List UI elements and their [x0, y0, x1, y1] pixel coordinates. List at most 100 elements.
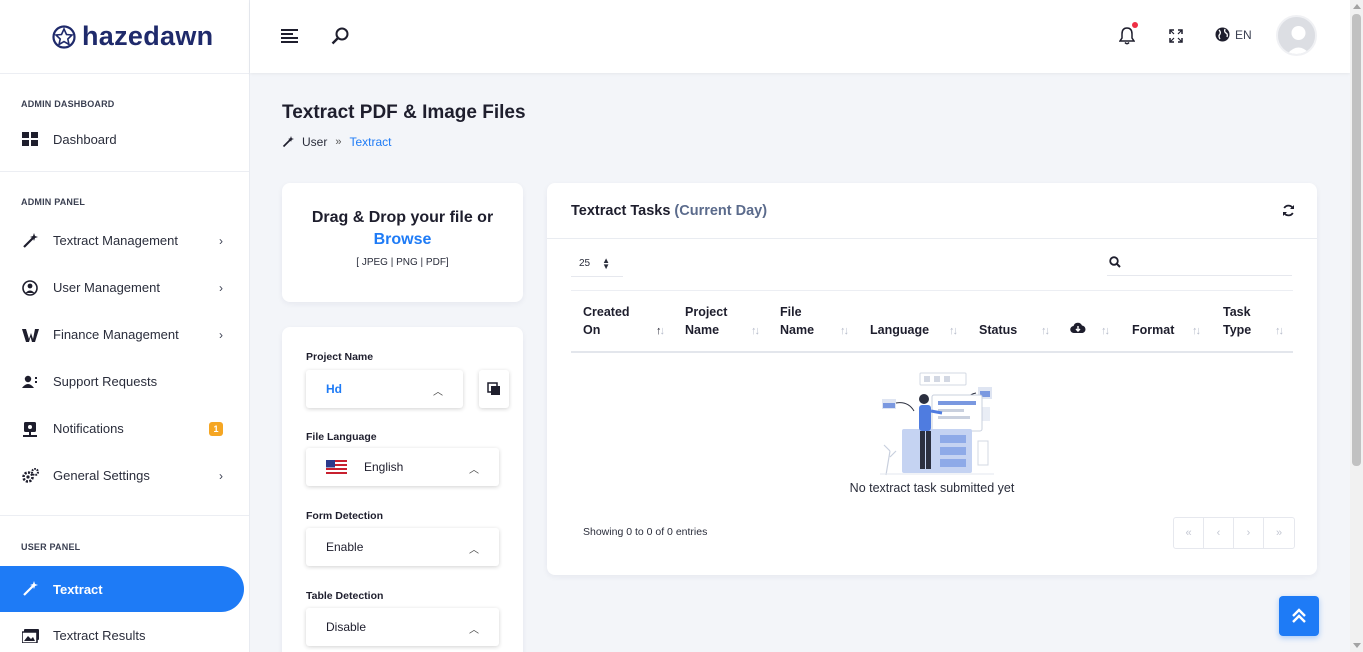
sidebar-item-textract-management[interactable]: Textract Management ›: [0, 217, 249, 264]
sidebar-item-label: Textract Management: [53, 233, 179, 248]
support-icon: [21, 373, 39, 391]
chevron-right-icon: ›: [219, 280, 223, 295]
logo[interactable]: hazedawn: [0, 0, 249, 74]
sidebar-item-notifications[interactable]: Notifications 1: [0, 405, 249, 452]
page-scrollbar[interactable]: [1350, 0, 1363, 652]
sidebar-item-label: Notifications: [53, 421, 124, 436]
copy-project-button[interactable]: [479, 370, 509, 408]
images-icon: [21, 627, 39, 645]
tasks-subtitle: (Current Day): [674, 202, 768, 219]
column-status[interactable]: Status: [979, 321, 1017, 339]
last-page-button[interactable]: »: [1264, 518, 1294, 548]
prev-page-button[interactable]: ‹: [1204, 518, 1234, 548]
first-page-button[interactable]: «: [1174, 518, 1204, 548]
sort-icon[interactable]: ↑↓: [1275, 325, 1284, 337]
empty-state-text: No textract task submitted yet: [849, 481, 1015, 495]
sort-updown-icon: ▲ ▼: [602, 255, 611, 271]
dropzone-file-types: [ JPEG | PNG | PDF]: [356, 257, 449, 268]
notification-count-badge: 1: [209, 421, 223, 436]
sidebar-item-textract-results[interactable]: Textract Results: [0, 612, 249, 652]
table-detection-label: Table Detection: [306, 590, 384, 602]
notification-icon: [21, 420, 39, 438]
user-icon: [21, 279, 39, 297]
notification-dot: [1132, 22, 1138, 28]
fullscreen-icon[interactable]: [1166, 26, 1186, 46]
language-selector[interactable]: EN: [1215, 27, 1252, 42]
next-page-button[interactable]: ›: [1234, 518, 1264, 548]
column-download[interactable]: [1070, 321, 1086, 339]
column-task-type[interactable]: Task Type: [1223, 303, 1263, 339]
sort-icon[interactable]: ↑↓: [656, 325, 665, 337]
us-flag-icon: [326, 460, 347, 474]
breadcrumb-separator-icon: »: [335, 136, 342, 148]
scroll-up-arrow[interactable]: [1353, 4, 1361, 9]
breadcrumb-parent[interactable]: User: [302, 135, 327, 149]
browse-link[interactable]: Browse: [282, 231, 523, 249]
column-project-name[interactable]: Project Name: [685, 303, 745, 339]
sidebar-item-label: Textract Results: [53, 628, 146, 643]
sort-icon[interactable]: ↑↓: [1192, 325, 1201, 337]
scroll-to-top-button[interactable]: [1279, 596, 1319, 636]
file-language-select[interactable]: English ︿: [306, 448, 499, 486]
magic-wand-icon: [282, 136, 294, 148]
gears-icon: [21, 467, 39, 485]
user-avatar-icon: [1278, 17, 1315, 54]
double-chevron-up-icon: [1292, 608, 1306, 623]
chevron-right-icon: ›: [219, 327, 223, 342]
table-search-input[interactable]: [1107, 249, 1292, 276]
sidebar-section-user-panel: USER PANEL Textract Textract Results: [0, 516, 249, 652]
entries-per-page-value: 25: [579, 258, 591, 269]
sort-icon[interactable]: ↑↓: [949, 325, 958, 337]
sort-icon[interactable]: ↑↓: [1101, 325, 1110, 337]
table-detection-select[interactable]: Disable ︿: [306, 608, 499, 646]
project-name-label: Project Name: [306, 351, 374, 363]
breadcrumb-current: Textract: [349, 135, 392, 149]
sidebar-item-label: Dashboard: [53, 131, 117, 147]
sidebar-section-admin-panel: ADMIN PANEL Textract Management › User M…: [0, 172, 249, 516]
sidebar-item-textract[interactable]: Textract: [0, 566, 244, 612]
sidebar-item-user-management[interactable]: User Management ›: [0, 264, 249, 311]
page-title: Textract PDF & Image Files: [282, 102, 526, 123]
avatar[interactable]: [1276, 15, 1317, 56]
sidebar-item-dashboard[interactable]: Dashboard: [0, 119, 249, 159]
search-icon[interactable]: [330, 26, 350, 46]
sidebar-item-finance-management[interactable]: Finance Management ›: [0, 311, 249, 358]
project-name-select[interactable]: Hd ︿: [306, 370, 463, 408]
scroll-down-arrow[interactable]: [1353, 643, 1361, 648]
chevron-up-icon: ︿: [469, 545, 479, 556]
empty-state-illustration: [880, 372, 994, 476]
sidebar-item-support-requests[interactable]: Support Requests: [0, 358, 249, 405]
breadcrumb: User » Textract: [282, 135, 391, 149]
dashboard-icon: [21, 130, 39, 148]
sort-icon[interactable]: ↑↓: [840, 325, 849, 337]
sort-icon[interactable]: ↑↓: [1041, 325, 1050, 337]
refresh-icon[interactable]: [1282, 204, 1295, 222]
chevron-up-icon: ︿: [433, 387, 443, 398]
notification-bell-icon[interactable]: [1117, 22, 1138, 46]
scroll-thumb[interactable]: [1352, 14, 1361, 466]
column-format[interactable]: Format: [1132, 321, 1174, 339]
search-icon: [1109, 256, 1121, 268]
sidebar-item-label: User Management: [53, 280, 160, 295]
file-dropzone[interactable]: Drag & Drop your file or Browse [ JPEG |…: [282, 183, 523, 302]
sidebar-section-admin-dashboard: ADMIN DASHBOARD Dashboard: [0, 74, 249, 172]
sort-icon[interactable]: ↑↓: [751, 325, 760, 337]
magic-wand-icon: [21, 232, 39, 250]
column-language[interactable]: Language: [870, 321, 929, 339]
sidebar-item-label: General Settings: [53, 468, 150, 483]
section-title: USER PANEL: [21, 542, 81, 552]
chevron-up-icon: ︿: [469, 625, 479, 636]
file-language-label: File Language: [306, 431, 377, 443]
sidebar-item-general-settings[interactable]: General Settings ›: [0, 452, 249, 499]
brand-logo-icon: [52, 24, 76, 49]
column-file-name[interactable]: File Name: [780, 303, 830, 339]
form-detection-select[interactable]: Enable ︿: [306, 528, 499, 566]
textract-options-card: Project Name Hd ︿ File Language English …: [282, 327, 523, 652]
entries-per-page-select[interactable]: 25 ▲ ▼: [571, 251, 623, 277]
chevron-right-icon: ›: [219, 468, 223, 483]
menu-toggle-icon[interactable]: [280, 26, 300, 46]
sidebar: hazedawn ADMIN DASHBOARD Dashboard ADMIN…: [0, 0, 250, 652]
topbar: EN: [250, 0, 1350, 73]
sidebar-item-label: Support Requests: [53, 374, 158, 389]
column-created-on[interactable]: Created On: [583, 303, 643, 339]
